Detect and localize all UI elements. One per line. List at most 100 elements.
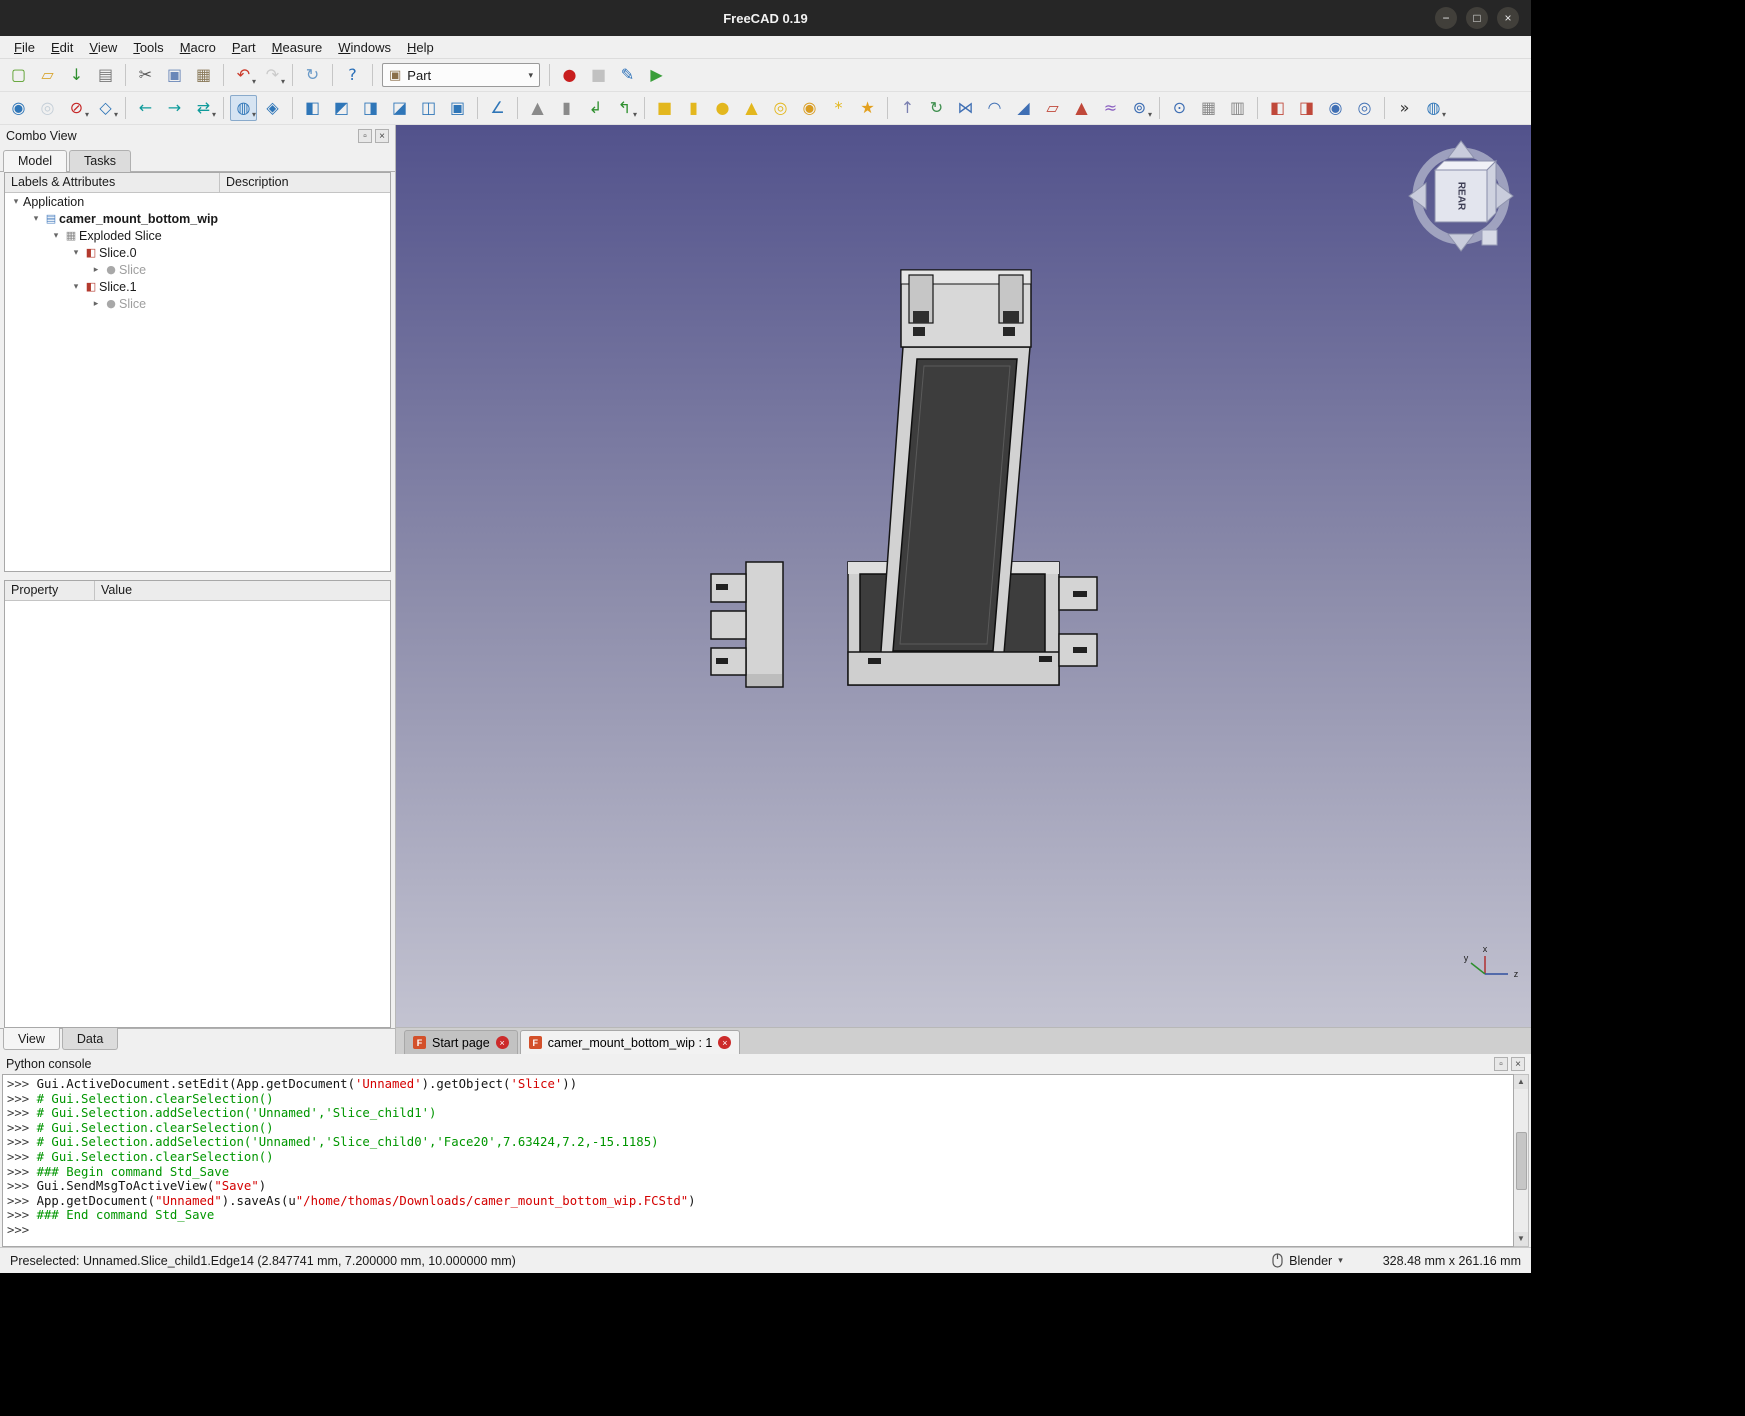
compound-filter-button[interactable]: ▥ xyxy=(1224,95,1251,121)
view-right-button[interactable]: ◨ xyxy=(357,95,384,121)
print-button[interactable]: ▤ xyxy=(92,62,119,88)
undo-button[interactable]: ↶▾ xyxy=(230,62,257,88)
link-view-button[interactable]: ⇄▾ xyxy=(190,95,217,121)
menu-help[interactable]: Help xyxy=(399,38,442,57)
expander-icon[interactable]: ▸ xyxy=(89,264,103,275)
expander-icon[interactable]: ▾ xyxy=(49,230,63,241)
primitive-cylinder-button[interactable]: ▮ xyxy=(680,95,707,121)
expander-icon[interactable]: ▾ xyxy=(69,247,83,258)
viewport-3d[interactable]: REAR x y z xyxy=(396,125,1531,1027)
import-shape-button[interactable]: ↲ xyxy=(582,95,609,121)
redo-button[interactable]: ↷▾ xyxy=(259,62,286,88)
draw-style-button[interactable]: ⊘▾ xyxy=(63,95,90,121)
primitive-cone-button[interactable]: ▲ xyxy=(738,95,765,121)
primitive-torus-button[interactable]: ◎ xyxy=(767,95,794,121)
embed-objects-button[interactable]: ◎ xyxy=(1351,95,1378,121)
scroll-up-icon[interactable]: ▲ xyxy=(1514,1075,1528,1089)
model-top-bracket[interactable] xyxy=(901,270,1031,347)
doc-tab-start-page[interactable]: FStart page× xyxy=(404,1030,518,1054)
scroll-thumb[interactable] xyxy=(1516,1132,1527,1190)
solid-from-shell-button[interactable]: ▲ xyxy=(524,95,551,121)
primitive-sphere-button[interactable]: ● xyxy=(709,95,736,121)
measure-button[interactable]: ∠ xyxy=(484,95,511,121)
primitive-tube-button[interactable]: ◉ xyxy=(796,95,823,121)
tab-view[interactable]: View xyxy=(3,1028,60,1050)
tab-model[interactable]: Model xyxy=(3,150,67,172)
expander-icon[interactable]: ▸ xyxy=(89,298,103,309)
menu-measure[interactable]: Measure xyxy=(264,38,331,57)
expander-icon[interactable]: ▾ xyxy=(69,281,83,292)
fillet-button[interactable]: ◠ xyxy=(981,95,1008,121)
tree-item-application[interactable]: ▾Application xyxy=(5,193,390,210)
menu-windows[interactable]: Windows xyxy=(330,38,399,57)
workbench-selector[interactable]: ▣Part▾ xyxy=(382,63,540,87)
property-column[interactable]: Property xyxy=(5,581,95,601)
compound-button[interactable]: ▦ xyxy=(1195,95,1222,121)
view-front-button[interactable]: ◧ xyxy=(299,95,326,121)
model-left-bracket[interactable] xyxy=(711,562,783,687)
nav-style-selector[interactable]: Blender xyxy=(1289,1254,1332,1268)
tree-item-slice-1[interactable]: ▾◧Slice.1 xyxy=(5,278,390,295)
panel-close-icon[interactable]: × xyxy=(375,129,389,143)
nav-forward-button[interactable]: → xyxy=(161,95,188,121)
sweep-button[interactable]: ≈ xyxy=(1097,95,1124,121)
view-left-button[interactable]: ▣ xyxy=(444,95,471,121)
tree-body[interactable]: ▾Application▾▤camer_mount_bottom_wip▾▦Ex… xyxy=(5,193,390,571)
value-column[interactable]: Value xyxy=(95,581,390,601)
panel-close-icon[interactable]: × xyxy=(1511,1057,1525,1071)
tree-item-exploded-slice[interactable]: ▾▦Exploded Slice xyxy=(5,227,390,244)
menu-part[interactable]: Part xyxy=(224,38,264,57)
save-button[interactable]: ↓ xyxy=(63,62,90,88)
doc-tab-camer-mount-bottom-wip-1[interactable]: Fcamer_mount_bottom_wip : 1× xyxy=(520,1030,741,1054)
python-console-input[interactable]: >>> Gui.ActiveDocument.setEdit(App.getDo… xyxy=(2,1074,1514,1247)
menu-tools[interactable]: Tools xyxy=(125,38,171,57)
view-isometric-button[interactable]: ◈ xyxy=(259,95,286,121)
nav-back-button[interactable]: ← xyxy=(132,95,159,121)
tab-close-icon[interactable]: × xyxy=(496,1036,509,1049)
panel-float-icon[interactable]: ▫ xyxy=(1494,1057,1508,1071)
copy-button[interactable]: ▣ xyxy=(161,62,188,88)
navigation-cube[interactable]: REAR xyxy=(1409,141,1513,251)
expander-icon[interactable]: ▾ xyxy=(29,213,43,224)
fit-all-button[interactable]: ◉ xyxy=(5,95,32,121)
tab-close-icon[interactable]: × xyxy=(718,1036,731,1049)
tab-data[interactable]: Data xyxy=(62,1028,118,1050)
ruled-surface-button[interactable]: ▱ xyxy=(1039,95,1066,121)
mirror-button[interactable]: ⋈ xyxy=(952,95,979,121)
convert-solid-button[interactable]: ▮ xyxy=(553,95,580,121)
panel-float-icon[interactable]: ▫ xyxy=(358,129,372,143)
title-bar[interactable]: FreeCAD 0.19 −□× xyxy=(0,0,1531,36)
macro-stop-button[interactable]: ■ xyxy=(585,62,612,88)
stereo-view-button[interactable]: ◇▾ xyxy=(92,95,119,121)
chamfer-button[interactable]: ◢ xyxy=(1010,95,1037,121)
tree-item-slice[interactable]: ▸●Slice xyxy=(5,261,390,278)
refresh-button[interactable]: ↻ xyxy=(299,62,326,88)
minimize-button[interactable]: − xyxy=(1435,7,1457,29)
zoom-dropdown-button[interactable]: ◍▾ xyxy=(1420,95,1447,121)
property-list[interactable] xyxy=(5,601,390,1027)
extrude-button[interactable]: ↑ xyxy=(894,95,921,121)
tree-column-labels[interactable]: Labels & Attributes xyxy=(5,173,220,193)
open-file-button[interactable]: ▱ xyxy=(34,62,61,88)
menu-file[interactable]: File xyxy=(6,38,43,57)
console-scrollbar[interactable]: ▲ ▼ xyxy=(1514,1074,1529,1247)
menu-edit[interactable]: Edit xyxy=(43,38,81,57)
view-rear-button[interactable]: ◪ xyxy=(386,95,413,121)
close-button[interactable]: × xyxy=(1497,7,1519,29)
thickness-button[interactable]: ⊙ xyxy=(1166,95,1193,121)
slice-apart-button[interactable]: ◨ xyxy=(1293,95,1320,121)
fit-selection-button[interactable]: ◎ xyxy=(34,95,61,121)
tree-item-slice[interactable]: ▸●Slice xyxy=(5,295,390,312)
boolean-fragments-button[interactable]: ◧ xyxy=(1264,95,1291,121)
connect-objects-button[interactable]: ◉ xyxy=(1322,95,1349,121)
maximize-button[interactable]: □ xyxy=(1466,7,1488,29)
panel-splitter[interactable] xyxy=(0,572,395,580)
model-arm[interactable] xyxy=(880,347,1030,665)
shape-builder-button[interactable]: ★ xyxy=(854,95,881,121)
nav-cube-face-label[interactable]: REAR xyxy=(1456,182,1467,211)
cut-button[interactable]: ✂ xyxy=(132,62,159,88)
revolve-button[interactable]: ↻ xyxy=(923,95,950,121)
tree-item-camer-mount-bottom-wip[interactable]: ▾▤camer_mount_bottom_wip xyxy=(5,210,390,227)
macro-play-button[interactable]: ▶ xyxy=(643,62,670,88)
paste-button[interactable]: ▦ xyxy=(190,62,217,88)
